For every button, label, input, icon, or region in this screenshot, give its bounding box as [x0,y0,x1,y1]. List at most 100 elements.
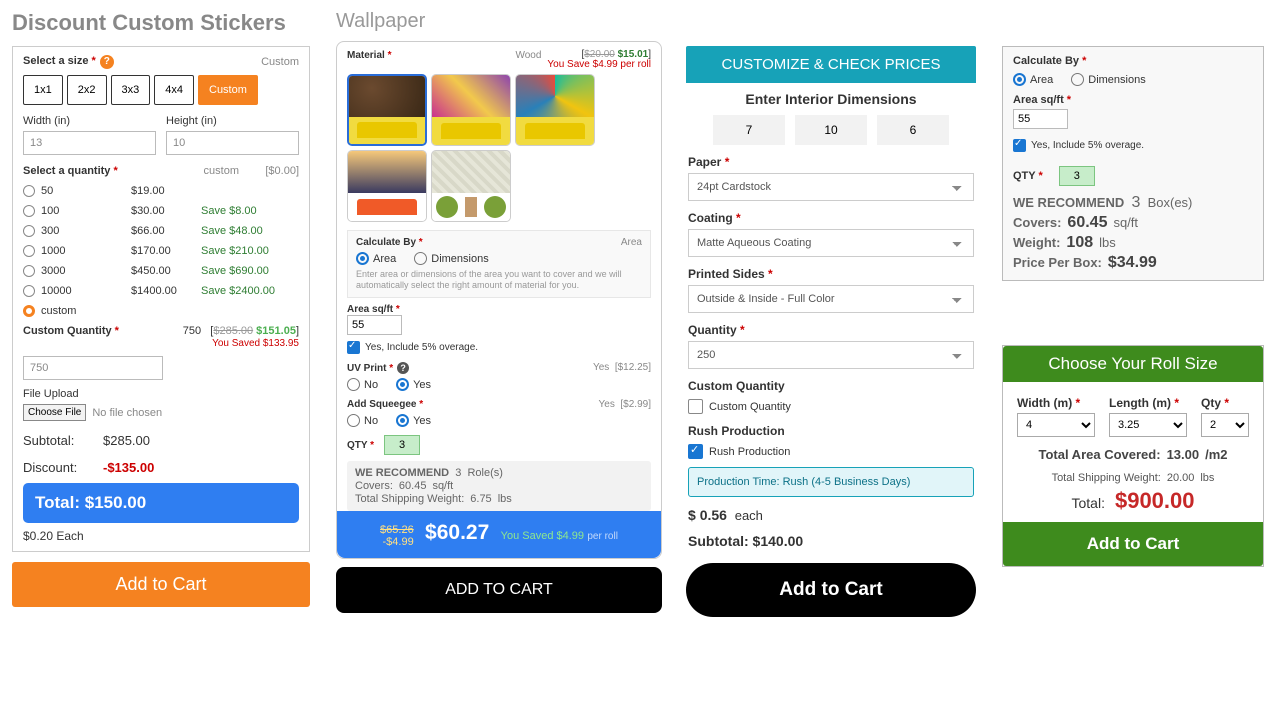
height-label: Height (in) [166,115,299,127]
quantity-label: Quantity [688,323,974,337]
box-header: CUSTOMIZE & CHECK PRICES [686,46,976,83]
paper-label: Paper [688,155,974,169]
width-label: Width (in) [23,115,156,127]
custom-qty-input[interactable] [23,356,163,380]
area-input[interactable] [347,315,402,335]
custom-qty-checkbox[interactable] [688,399,703,414]
dim-l[interactable] [713,115,785,145]
swatch-sunset[interactable] [347,150,427,222]
c4-area-input[interactable] [1013,109,1068,129]
wallpaper-panel: Wallpaper Material Wood [$20.00 $15.01]Y… [336,10,662,613]
wp-add-to-cart-button[interactable]: ADD TO CART [336,567,662,613]
swatch-pattern[interactable] [431,150,511,222]
qty-opt-50[interactable]: 50$19.00 [23,185,299,197]
sides-label: Printed Sides [688,267,974,281]
wp-qty-label: QTY [347,440,374,451]
size-label: Select a size [23,55,96,67]
qty-opt-10000[interactable]: 10000$1400.00Save $2400.00 [23,285,299,297]
disc-label: Discount: [23,460,93,475]
help-icon[interactable]: ? [100,55,114,69]
c4-overage-checkbox[interactable] [1013,139,1026,152]
quantity-select[interactable]: 250 [688,341,974,369]
width-input[interactable] [23,131,156,155]
size-btn-2x2[interactable]: 2x2 [67,75,107,105]
overage-checkbox[interactable] [347,341,360,354]
dim-title: Enter Interior Dimensions [688,91,974,107]
roll-length-select[interactable]: 3.25 [1109,413,1187,437]
coating-select[interactable]: Matte Aqueous Coating [688,229,974,257]
roll-add-to-cart-button[interactable]: Add to Cart [1003,522,1263,566]
c4-radio-area[interactable]: Area [1013,73,1053,86]
uv-no[interactable]: No [347,378,378,391]
size-value: Custom [261,56,299,68]
dim-w[interactable] [795,115,867,145]
cq-strike: $285.00 [213,325,253,337]
qty-label: Select a quantity [23,165,179,177]
qty-custom-col: custom [179,165,239,177]
height-input[interactable] [166,131,299,155]
calc-label: Calculate By [356,237,423,248]
subtotal3: Subtotal: $140.00 [688,533,974,549]
wp-total: $60.27 [425,521,489,544]
box-add-to-cart-button[interactable]: Add to Cart [686,563,976,617]
size-btn-1x1[interactable]: 1x1 [23,75,63,105]
mat-save: You Save $4.99 per roll [547,59,651,70]
rush-checkbox[interactable] [688,444,703,459]
stickers-title: Discount Custom Stickers [12,10,310,36]
size-btn-3x3[interactable]: 3x3 [111,75,151,105]
qty-opt-300[interactable]: 300$66.00Save $48.00 [23,225,299,237]
c4-radio-dimensions[interactable]: Dimensions [1071,73,1145,86]
dim-h[interactable] [877,115,949,145]
sub-val: $285.00 [103,433,150,448]
production-time: Production Time: Rush (4-5 Business Days… [688,467,974,497]
cq-saved: You Saved $133.95 [212,338,299,349]
calc-value: Area [621,237,642,248]
roll-width-select[interactable]: 4 [1017,413,1095,437]
sq-no[interactable]: No [347,414,378,427]
swatch-leaves[interactable] [431,74,511,146]
radio-dimensions[interactable]: Dimensions [414,252,488,265]
calc-help: Enter area or dimensions of the area you… [356,269,642,291]
qty-opt-custom[interactable]: custom [23,305,299,317]
cq-qty: 750 [183,325,201,337]
add-to-cart-button[interactable]: Add to Cart [12,562,310,607]
roll-qty-select[interactable]: 2 [1201,413,1249,437]
sq-label: Add Squeegee [347,399,423,410]
help-icon[interactable]: ? [397,362,409,374]
uv-label: UV Print [347,363,393,374]
material-value: Wood [515,50,541,61]
coating-label: Coating [688,211,974,225]
total-label: Total: [35,493,80,512]
file-label: File Upload [23,388,299,400]
paper-select[interactable]: 24pt Cardstock [688,173,974,201]
custom-qty-label3: Custom Quantity [688,379,974,393]
qty-opt-100[interactable]: 100$30.00Save $8.00 [23,205,299,217]
calc4-panel: Calculate By Area Dimensions Area sq/ft … [1002,46,1264,281]
disc-val: -$135.00 [103,460,154,475]
c4-calc-label: Calculate By [1013,55,1253,67]
sides-select[interactable]: Outside & Inside - Full Color [688,285,974,313]
swatch-geo[interactable] [515,74,595,146]
area-label: Area sq/ft [347,304,651,315]
each-price3: $ 0.56 each [688,507,974,523]
roll-total: $900.00 [1115,488,1195,514]
size-btn-4x4[interactable]: 4x4 [154,75,194,105]
wp-qty-input[interactable] [384,435,420,455]
qty-opt-1000[interactable]: 1000$170.00Save $210.00 [23,245,299,257]
c4-qty-label: QTY [1013,170,1043,182]
sq-yes[interactable]: Yes [396,414,431,427]
overage-label: Yes, Include 5% overage. [365,342,478,353]
swatch-wood[interactable] [347,74,427,146]
choose-file-button[interactable]: Choose File [23,404,86,421]
radio-area[interactable]: Area [356,252,396,265]
c4-area-label: Area sq/ft [1013,94,1253,106]
qty-opt-3000[interactable]: 3000$450.00Save $690.00 [23,265,299,277]
qty-price-col: [$0.00] [239,165,299,177]
uv-yes[interactable]: Yes [396,378,431,391]
box-panel: CUSTOMIZE & CHECK PRICES Enter Interior … [686,46,976,617]
size-btn-custom[interactable]: Custom [198,75,258,105]
c4-qty-input[interactable] [1059,166,1095,186]
cq-price: $151.05 [256,325,296,337]
each-price: $0.20 Each [23,529,299,543]
wallpaper-title: Wallpaper [336,10,662,33]
